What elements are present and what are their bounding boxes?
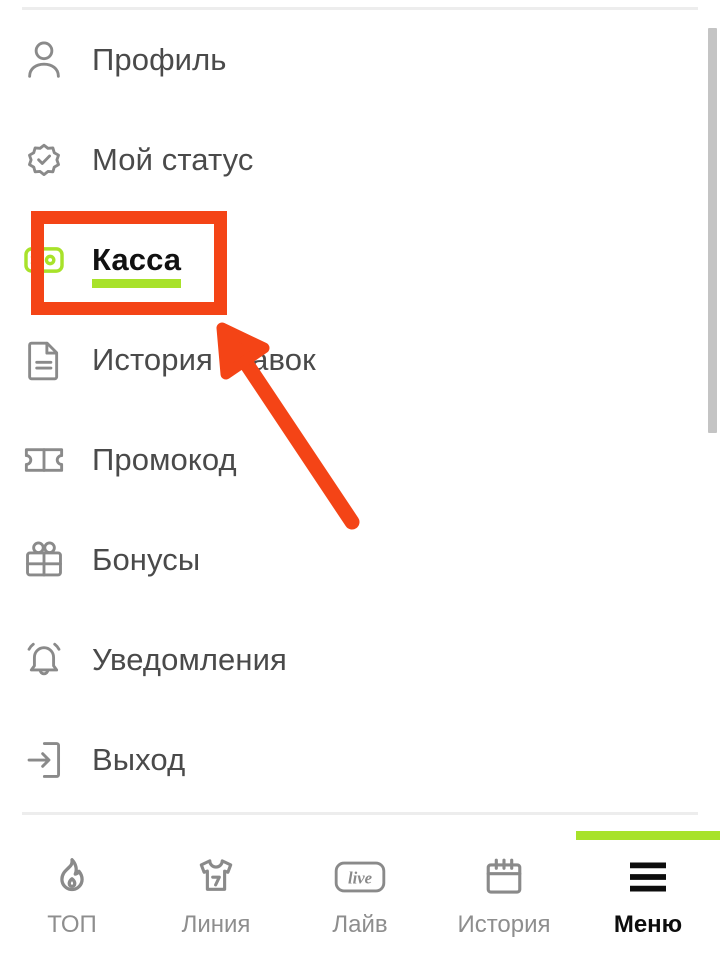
menu-item-cashier[interactable]: Касса [0, 210, 700, 310]
bottom-divider [22, 812, 698, 815]
menu-item-label: Уведомления [92, 642, 287, 677]
wallet-icon [18, 234, 70, 286]
live-icon: live [333, 854, 387, 900]
active-underline [92, 279, 182, 288]
flame-icon [50, 854, 94, 900]
tab-history[interactable]: История [432, 834, 576, 954]
menu-item-my-status[interactable]: Мой статус [0, 110, 700, 210]
jersey-7-icon [194, 854, 238, 900]
tab-label: ТОП [47, 911, 97, 938]
app-root: Профиль Мой статус Касса История ставок … [0, 0, 720, 954]
svg-text:live: live [348, 869, 373, 888]
menu-list: Профиль Мой статус Касса История ставок … [0, 10, 700, 810]
hamburger-icon [624, 854, 672, 900]
menu-item-logout[interactable]: Выход [0, 710, 700, 810]
menu-item-bonuses[interactable]: Бонусы [0, 510, 700, 610]
user-icon [18, 34, 70, 86]
menu-item-label-text: Касса [92, 242, 182, 277]
menu-item-bet-history[interactable]: История ставок [0, 310, 700, 410]
vertical-scrollbar[interactable] [708, 10, 720, 820]
verified-badge-icon [18, 134, 70, 186]
exit-icon [18, 734, 70, 786]
menu-item-label: Профиль [92, 42, 227, 77]
active-tab-indicator [576, 831, 720, 840]
tab-label: Линия [181, 911, 251, 938]
menu-item-label: История ставок [92, 342, 316, 377]
tab-label: Лайв [332, 911, 388, 938]
tab-menu[interactable]: Меню [576, 831, 720, 954]
menu-item-promo-code[interactable]: Промокод [0, 410, 700, 510]
calendar-icon [482, 854, 526, 900]
ticket-icon [18, 434, 70, 486]
menu-item-label: Бонусы [92, 542, 201, 577]
tab-label: Меню [613, 911, 683, 938]
tab-line[interactable]: Линия [144, 834, 288, 954]
menu-item-profile[interactable]: Профиль [0, 10, 700, 110]
menu-item-label: Касса [92, 242, 182, 288]
menu-item-label: Мой статус [92, 142, 254, 177]
bell-icon [18, 634, 70, 686]
scrollbar-thumb[interactable] [708, 28, 717, 433]
tab-top[interactable]: ТОП [0, 834, 144, 954]
menu-item-notifications[interactable]: Уведомления [0, 610, 700, 710]
bottom-tab-bar: ТОП Линия live Лайв История Меню [0, 831, 720, 954]
menu-item-label: Выход [92, 742, 186, 777]
menu-scroll-area[interactable]: Профиль Мой статус Касса История ставок … [0, 10, 720, 820]
gift-icon [18, 534, 70, 586]
document-icon [18, 334, 70, 386]
tab-label: История [457, 911, 551, 938]
tab-live[interactable]: live Лайв [288, 834, 432, 954]
menu-item-label: Промокод [92, 442, 237, 477]
